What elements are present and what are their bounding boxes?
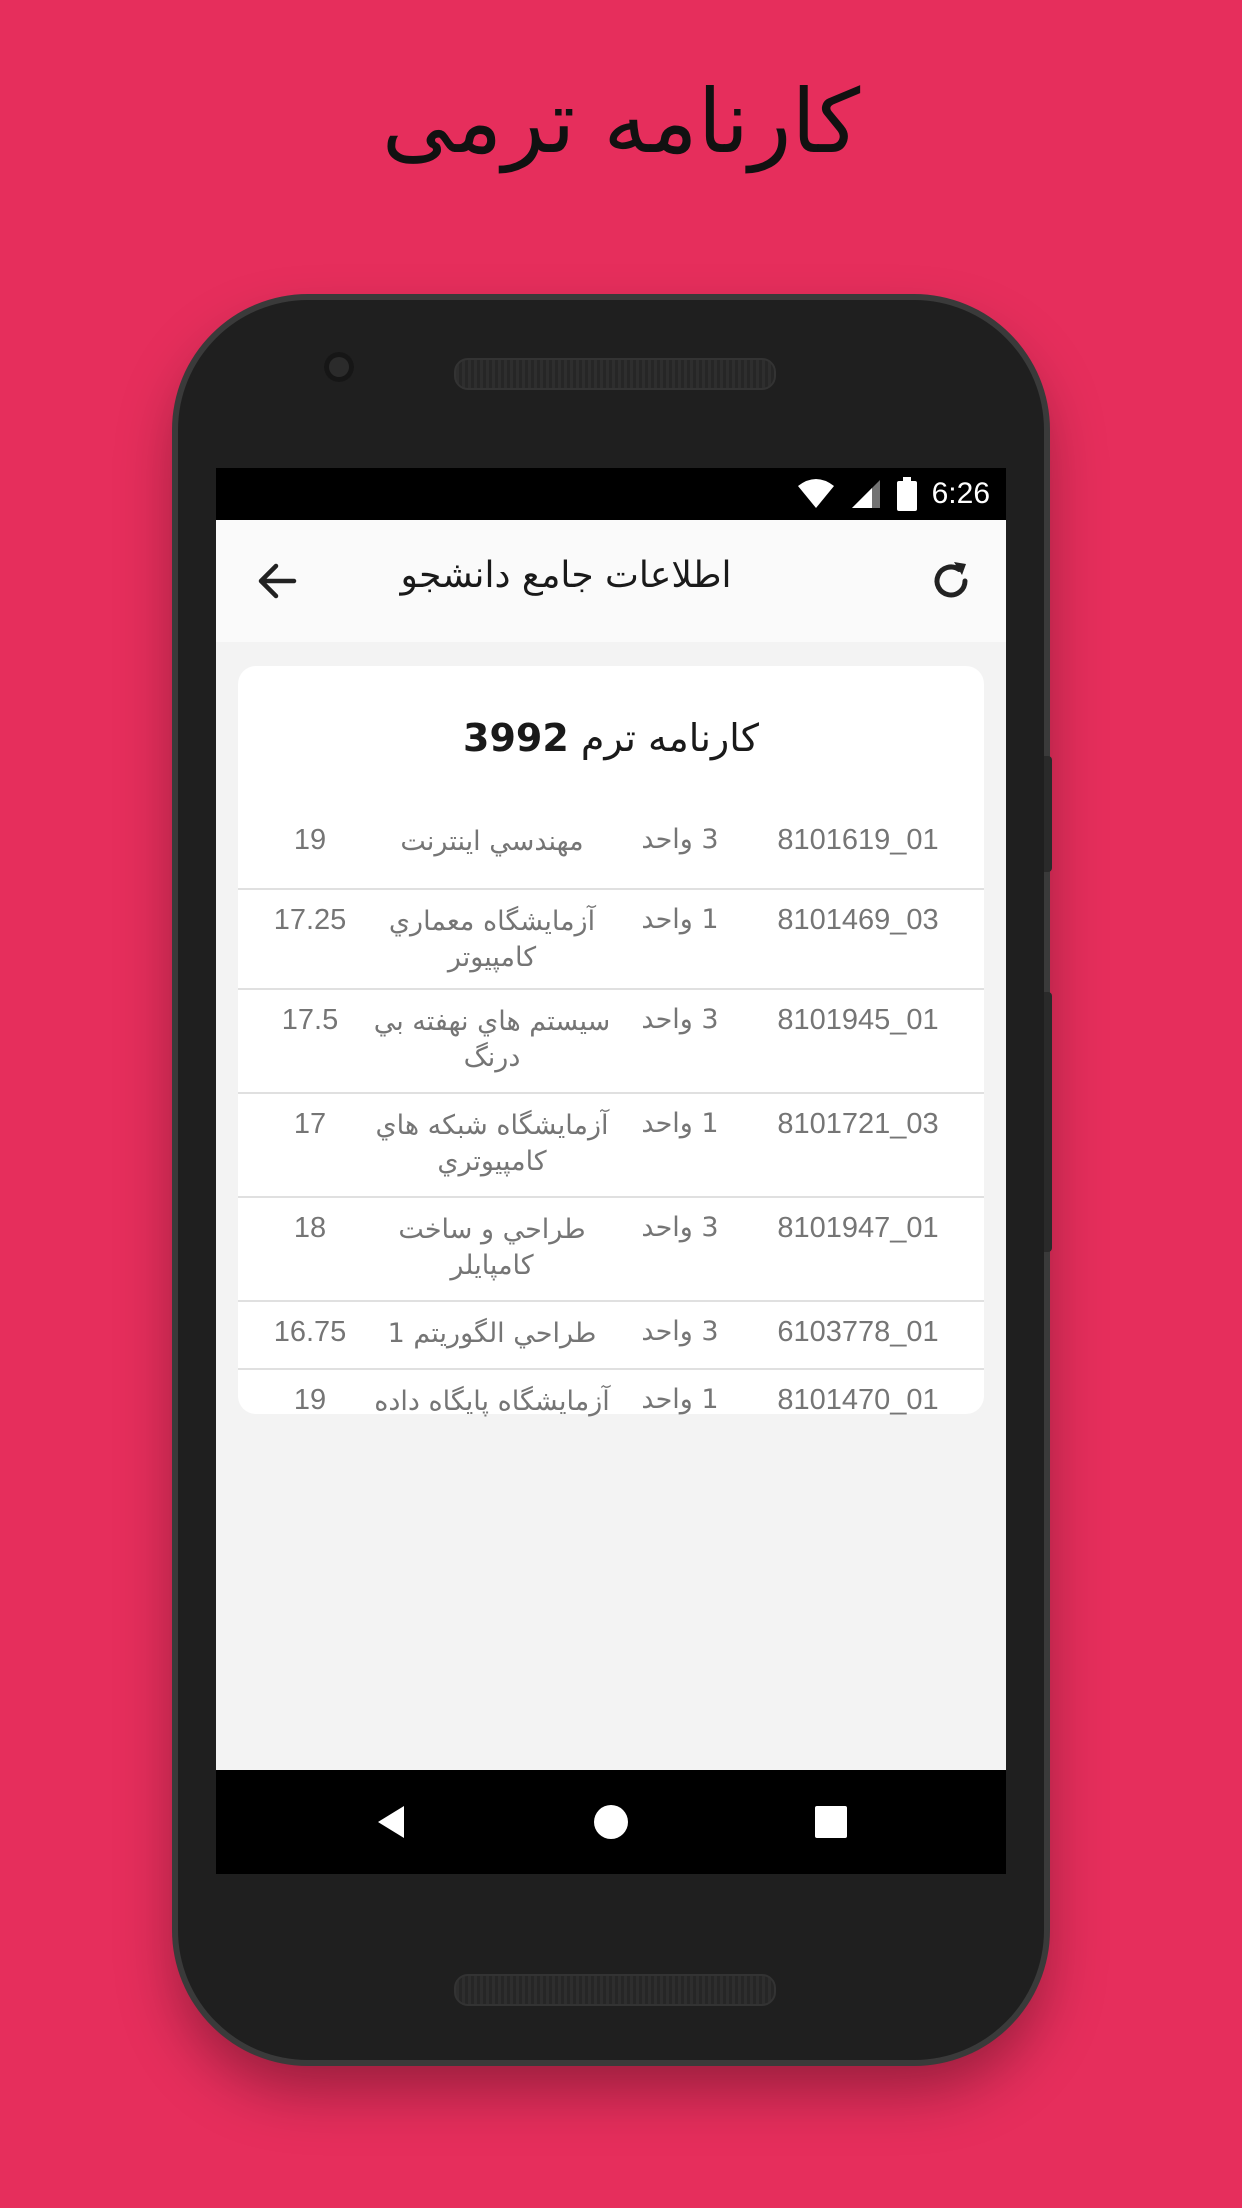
course-code-cell: 6103778_01 (777, 1316, 939, 1348)
grade-cell: 18 (293, 1212, 327, 1244)
course-name-cell: آزمايشگاه شبكه هاي كامپيوتري (375, 1110, 609, 1177)
course-name-cell: مهندسي اينترنت (400, 826, 584, 857)
course-code-cell: 8101947_01 (777, 1212, 939, 1244)
status-bar: 6:26 (216, 468, 1006, 520)
table-row: 17.25 آزمايشگاه معماري كامپيوتر 1 واحد 8… (238, 890, 984, 990)
grade-cell: 17 (293, 1108, 327, 1140)
grade-cell: 19 (293, 1384, 327, 1416)
course-name-cell: طراحي الگوريتم 1 (387, 1318, 597, 1349)
table-row: 18 طراحي و ساخت كامپايلر 3 واحد 8101947_… (238, 1198, 984, 1302)
signal-icon (851, 480, 880, 508)
battery-icon (896, 477, 917, 511)
system-nav-bar (216, 1770, 1006, 1874)
refresh-icon[interactable] (928, 558, 974, 604)
volume-button (1044, 992, 1052, 1252)
arrow-left-icon[interactable] (254, 558, 300, 604)
grade-cell: 19 (293, 824, 327, 856)
units-cell: 3 واحد (641, 1004, 719, 1035)
card-title: کارنامه ترم 3992 (238, 716, 984, 770)
earpiece-speaker (454, 358, 776, 390)
table-row: 17.5 سيستم هاي نهفته بي درنگ 3 واحد 8101… (238, 990, 984, 1094)
circle-home-icon[interactable] (591, 1802, 631, 1842)
term-number: 3992 (463, 716, 569, 760)
report-card: کارنامه ترم 3992 19 مهندسي اينترنت 3 واح… (238, 666, 984, 1417)
card-title-text: کارنامه ترم (580, 716, 759, 760)
phone-frame: 6:26 اطلاعات جامع دانشجو کارنامه ترم 399… (178, 300, 1052, 2060)
course-name-cell: آزمايشگاه پايگاه داده (374, 1386, 610, 1417)
bottom-speaker (454, 1974, 776, 2006)
square-recents-icon[interactable] (811, 1802, 851, 1842)
grade-cell: 16.75 (273, 1316, 347, 1348)
power-button (1044, 756, 1052, 872)
phone-screen: 6:26 اطلاعات جامع دانشجو کارنامه ترم 399… (216, 468, 1006, 1874)
course-code-cell: 8101619_01 (777, 824, 939, 856)
table-row: 16.75 طراحي الگوريتم 1 3 واحد 6103778_01 (238, 1302, 984, 1370)
app-title: اطلاعات جامع دانشجو (400, 555, 732, 596)
units-cell: 1 واحد (641, 1384, 719, 1415)
course-name-cell: سيستم هاي نهفته بي درنگ (373, 1006, 611, 1073)
wifi-icon (797, 479, 834, 508)
promo-title: کارنامه ترمی (381, 70, 861, 173)
grade-cell: 17.25 (273, 904, 347, 936)
units-cell: 3 واحد (641, 1316, 719, 1347)
units-cell: 3 واحد (641, 1212, 719, 1243)
status-time: 6:26 (931, 477, 990, 510)
course-code-cell: 8101470_01 (777, 1384, 939, 1416)
units-cell: 3 واحد (641, 824, 719, 855)
course-code-cell: 8101721_03 (777, 1108, 939, 1140)
units-cell: 1 واحد (641, 904, 719, 935)
course-name-cell: آزمايشگاه معماري كامپيوتر (388, 906, 596, 973)
app-bar: اطلاعات جامع دانشجو (216, 520, 1006, 642)
course-name-cell: طراحي و ساخت كامپايلر (398, 1214, 586, 1281)
triangle-back-icon[interactable] (372, 1802, 412, 1842)
table-row: 19 آزمايشگاه پايگاه داده 1 واحد 8101470_… (238, 1370, 984, 1434)
units-cell: 1 واحد (641, 1108, 719, 1139)
course-code-cell: 8101469_03 (777, 904, 939, 936)
front-camera (324, 352, 354, 382)
table-row: 19 مهندسي اينترنت 3 واحد 8101619_01 (238, 824, 984, 890)
course-table: 19 مهندسي اينترنت 3 واحد 8101619_01 17.2… (238, 824, 984, 1434)
course-code-cell: 8101945_01 (777, 1004, 939, 1036)
grade-cell: 17.5 (281, 1004, 339, 1036)
table-row: 17 آزمايشگاه شبكه هاي كامپيوتري 1 واحد 8… (238, 1094, 984, 1198)
